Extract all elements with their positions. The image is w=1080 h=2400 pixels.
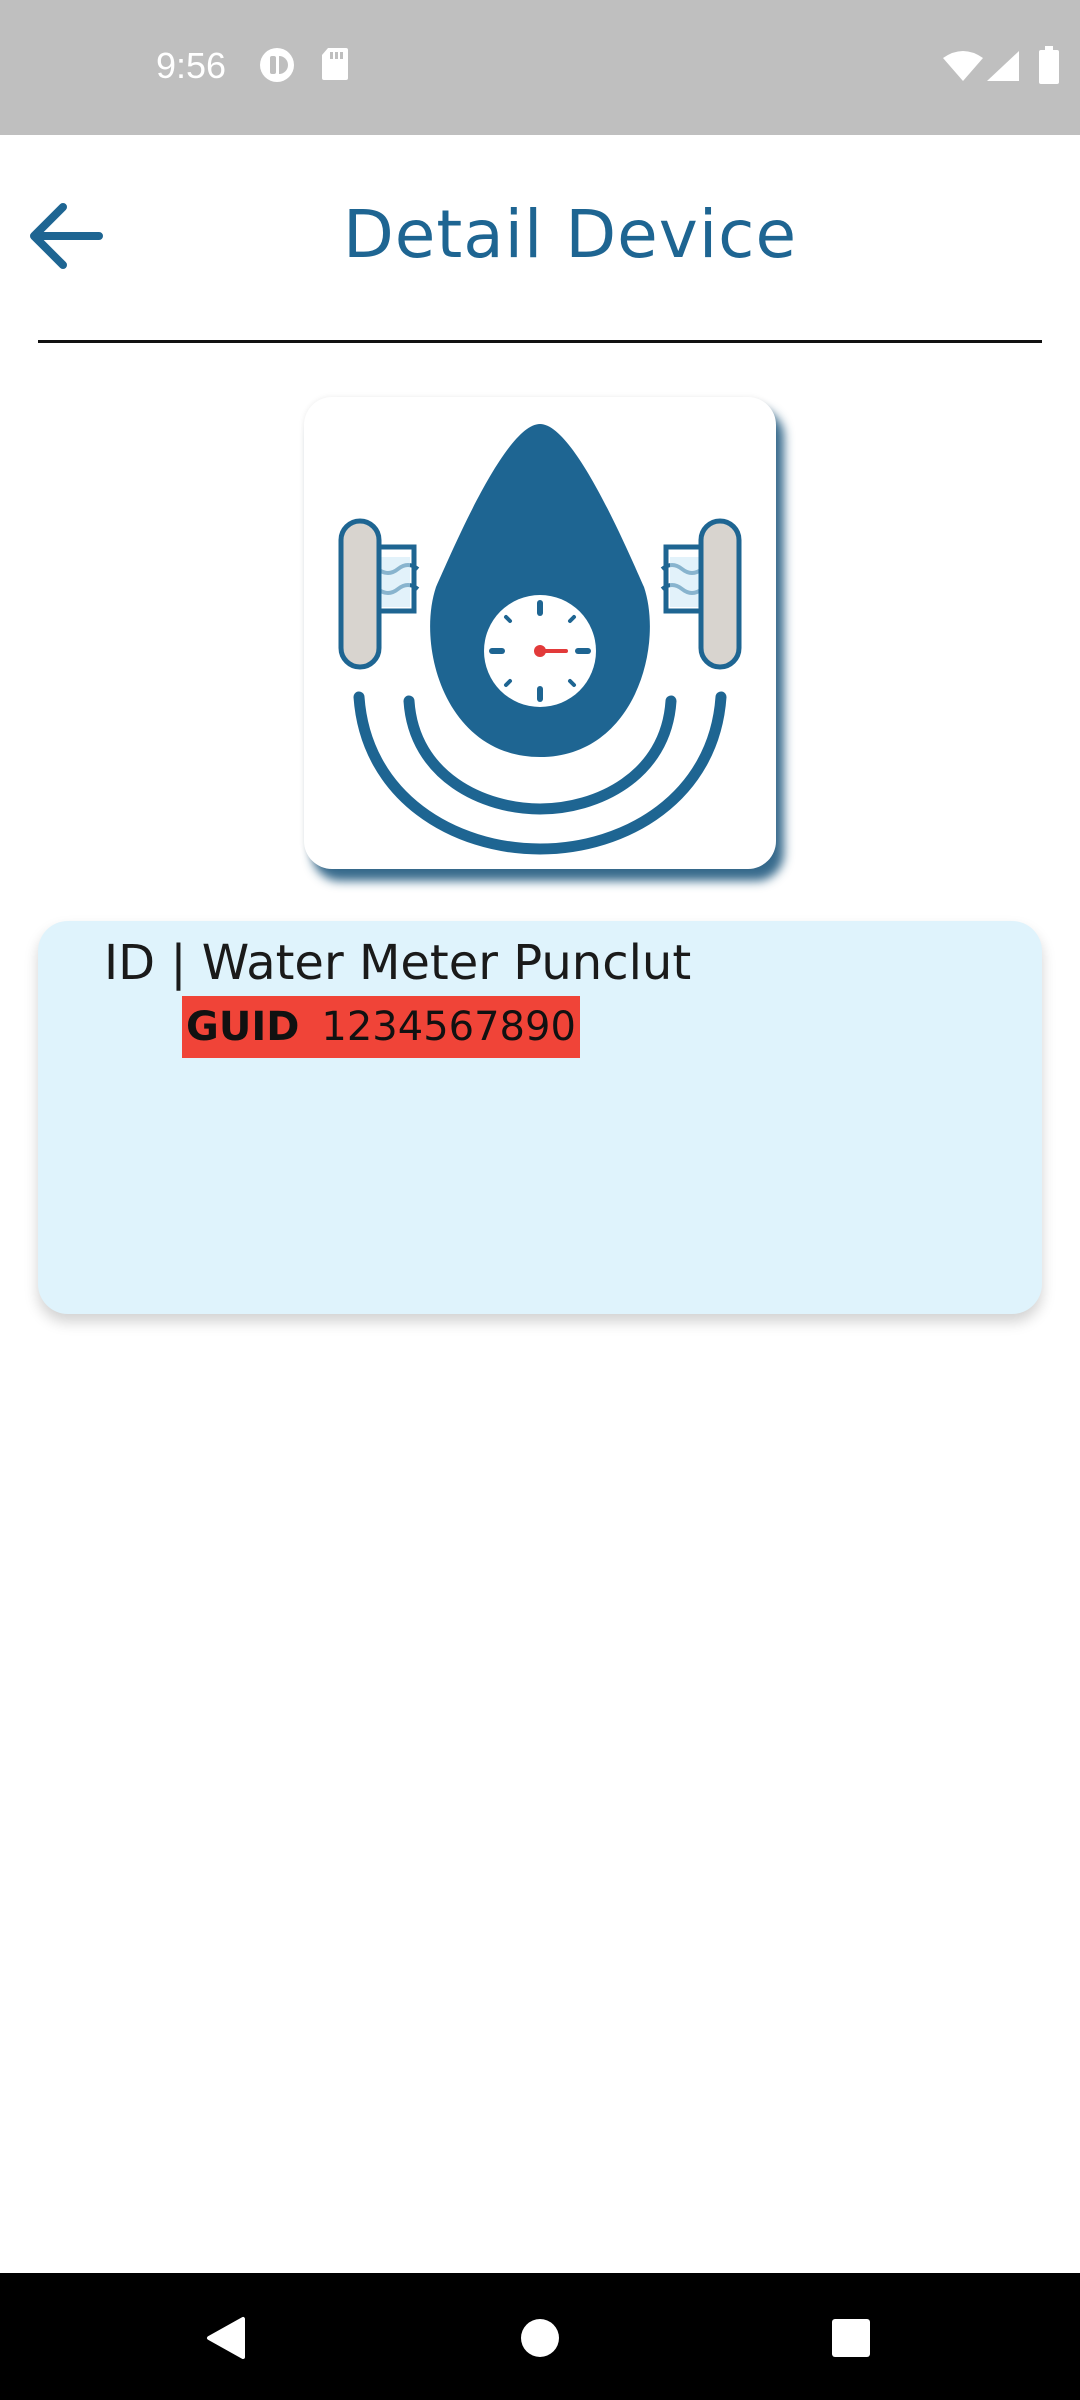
back-nav-icon bbox=[207, 2317, 245, 2359]
wifi-icon bbox=[942, 50, 984, 86]
page-title: Detail Device bbox=[342, 196, 798, 273]
device-name: ID | Water Meter Punclut bbox=[104, 935, 692, 991]
home-nav-icon bbox=[521, 2319, 559, 2357]
guid-badge: GUID 1234567890 bbox=[182, 996, 580, 1058]
guid-value: 1234567890 bbox=[321, 1004, 576, 1050]
cast-icon bbox=[258, 46, 296, 88]
header-divider bbox=[38, 340, 1042, 343]
signal-icon bbox=[986, 50, 1020, 86]
sd-card-icon bbox=[320, 46, 350, 86]
status-time: 9:56 bbox=[156, 45, 227, 86]
nav-recents-button[interactable] bbox=[816, 2303, 886, 2373]
app-header: Detail Device bbox=[0, 135, 1080, 345]
nav-home-button[interactable] bbox=[505, 2303, 575, 2373]
status-bar: 9:56 bbox=[0, 0, 1080, 135]
guid-label: GUID bbox=[186, 1004, 300, 1050]
water-meter-icon bbox=[338, 424, 742, 855]
nav-back-button[interactable] bbox=[191, 2303, 261, 2373]
device-info-card[interactable]: ID | Water Meter Punclut GUID 1234567890 bbox=[38, 921, 1042, 1314]
navigation-bar bbox=[0, 2273, 1080, 2400]
battery-icon bbox=[1038, 46, 1060, 88]
device-image bbox=[304, 397, 776, 869]
screen: 9:56 Detail Device ID | Water Meter Punc… bbox=[0, 0, 1080, 2400]
recents-nav-icon bbox=[832, 2319, 870, 2357]
